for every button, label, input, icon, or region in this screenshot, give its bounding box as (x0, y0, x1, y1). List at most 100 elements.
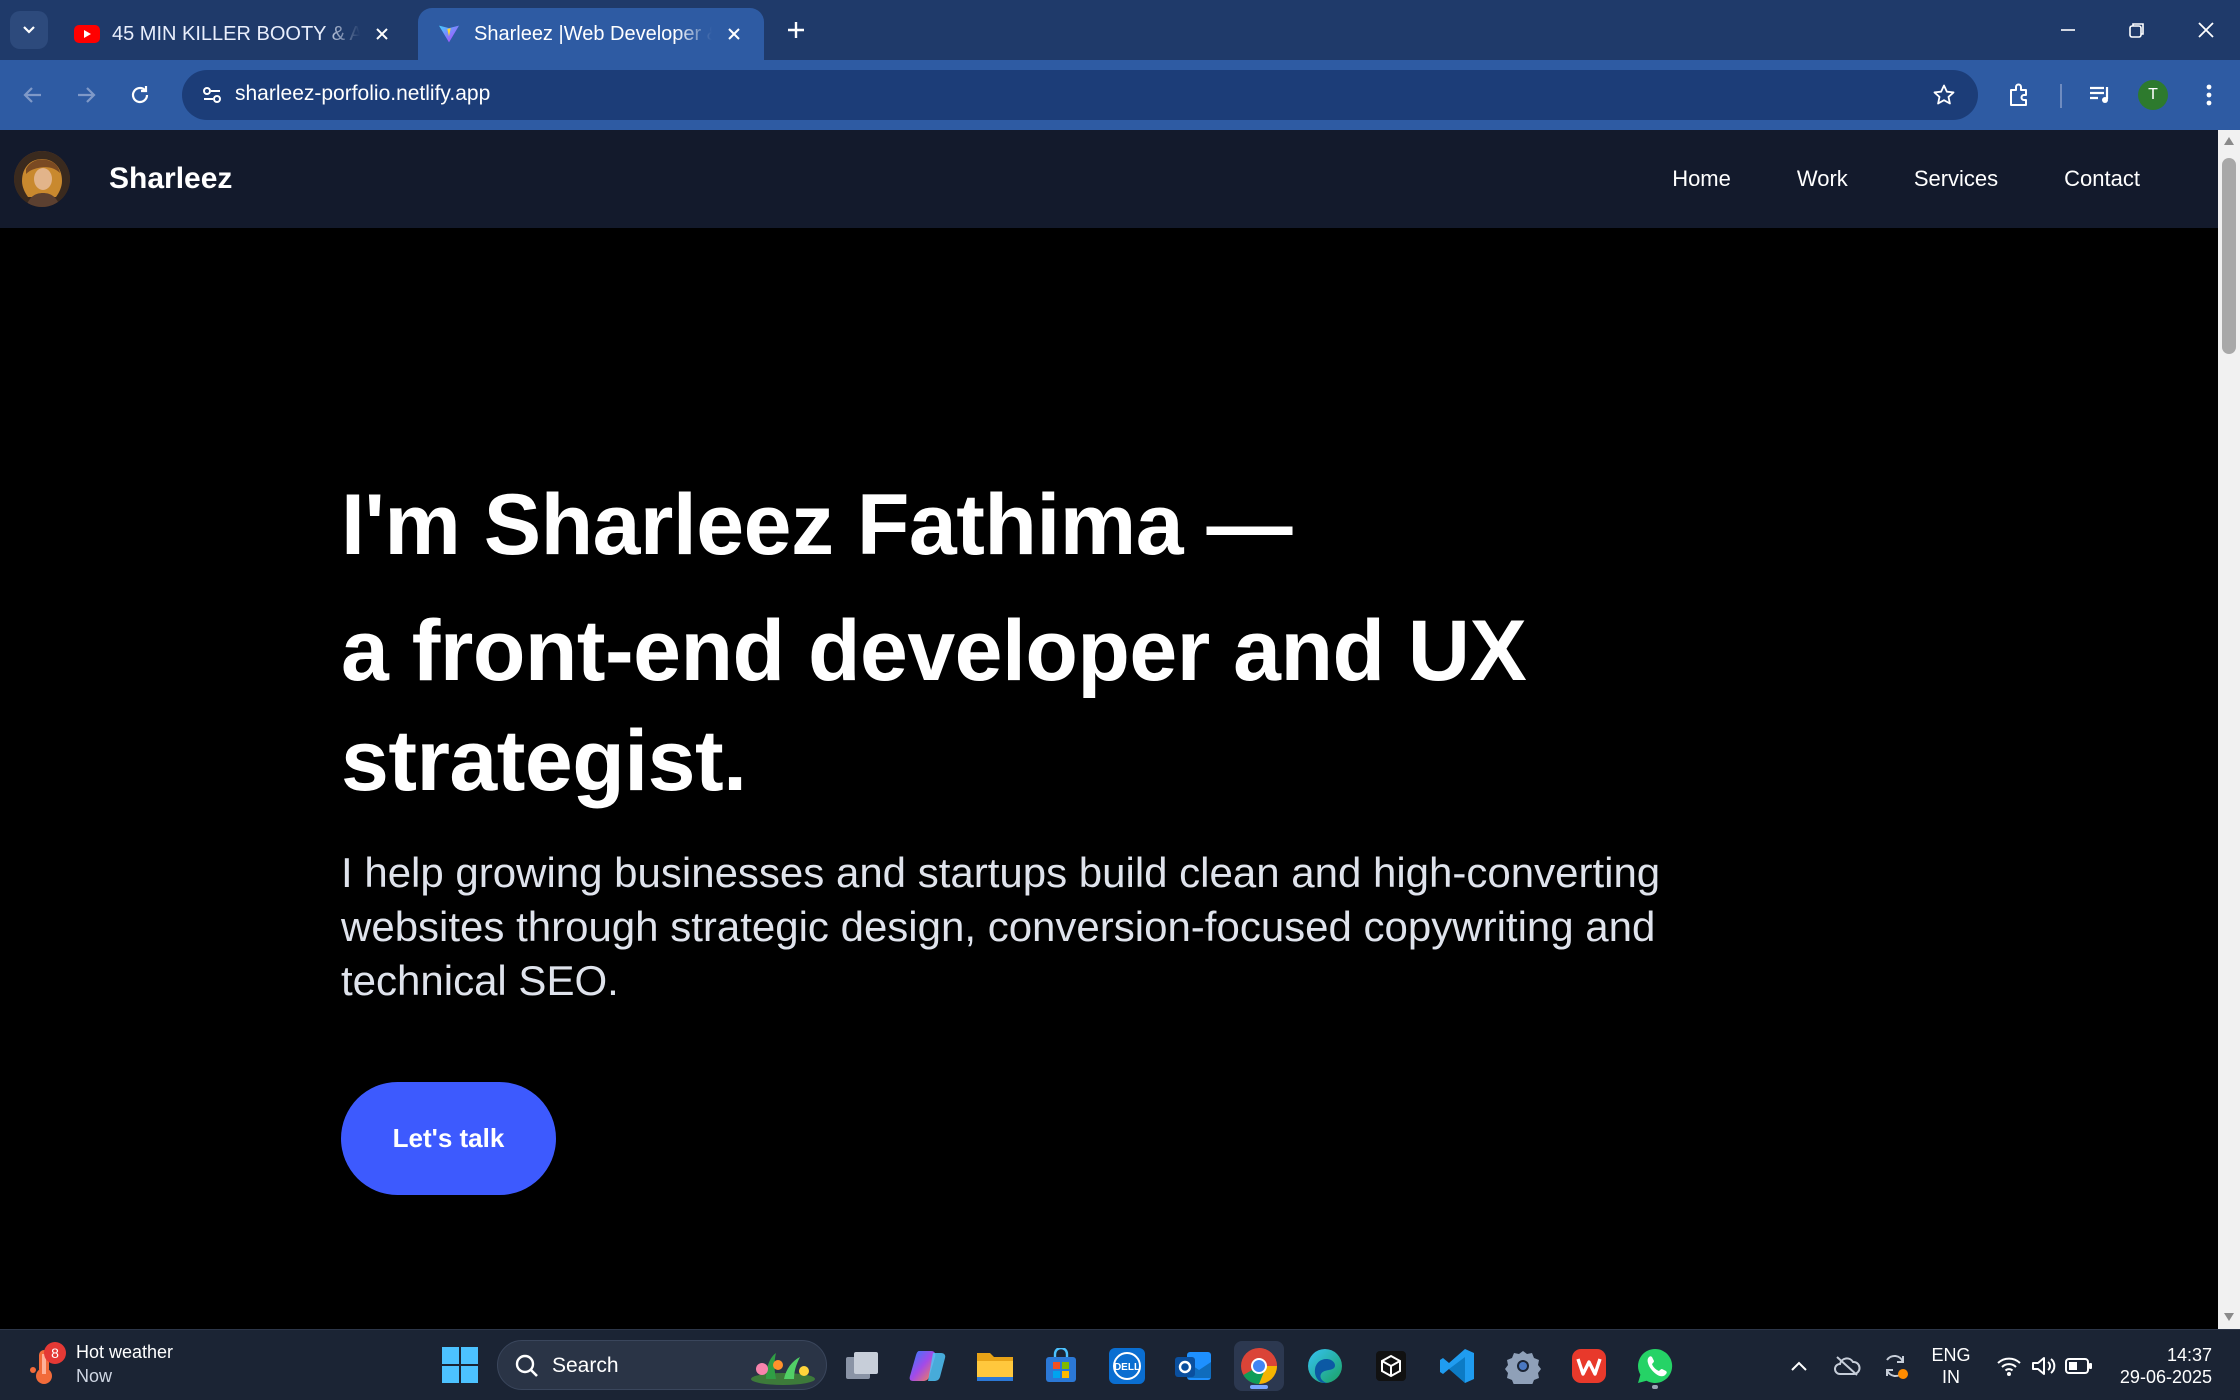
sync-button[interactable] (1880, 1352, 1910, 1380)
onedrive-button[interactable] (1832, 1352, 1862, 1380)
tab-portfolio[interactable]: Sharleez |Web Developer & UX Strategist (418, 8, 764, 60)
vscode-button[interactable] (1432, 1341, 1482, 1391)
minimize-icon (2061, 29, 2075, 31)
microsoft-store-button[interactable] (1036, 1341, 1086, 1391)
hero-lead: I help growing businesses and startups b… (341, 849, 1661, 1004)
site-info-button[interactable] (192, 75, 232, 115)
profile-avatar[interactable]: T (2138, 80, 2168, 110)
file-explorer-button[interactable] (970, 1341, 1020, 1391)
nav-work[interactable]: Work (1797, 166, 1848, 192)
running-indicator (1652, 1385, 1658, 1389)
language-indicator[interactable]: ENG IN (1929, 1344, 1973, 1388)
toolbar-divider (2060, 84, 2062, 108)
avatar[interactable] (14, 151, 70, 207)
app-icon (1376, 1351, 1406, 1381)
chrome-menu-button[interactable] (2189, 75, 2229, 115)
close-icon (2198, 22, 2214, 38)
brand-name[interactable]: Sharleez (109, 162, 232, 196)
minimize-button[interactable] (2048, 10, 2088, 50)
clock[interactable]: 14:37 29-06-2025 (2120, 1344, 2212, 1388)
copilot-button[interactable] (903, 1341, 953, 1391)
extensions-button[interactable] (2000, 75, 2040, 115)
site-nav: Home Work Services Contact (1672, 166, 2140, 192)
microsoft-store-icon (1046, 1348, 1076, 1382)
task-view-icon (846, 1352, 878, 1379)
new-tab-button[interactable] (780, 14, 812, 46)
search-highlight-icon (751, 1353, 815, 1385)
chrome-button[interactable] (1234, 1341, 1284, 1391)
search-label: Search (552, 1354, 619, 1377)
nav-contact[interactable]: Contact (2064, 166, 2140, 192)
task-view-button[interactable] (838, 1341, 888, 1391)
battery-button[interactable] (2064, 1352, 2094, 1380)
media-queue-icon (2090, 86, 2109, 103)
address-bar[interactable]: sharleez-porfolio.netlify.app (182, 70, 1978, 120)
close-icon[interactable] (370, 22, 394, 46)
tab-title: Sharleez |Web Developer & UX Strategist (474, 22, 712, 45)
clock-time: 14:37 (2166, 1345, 2212, 1365)
media-control-button[interactable] (2080, 75, 2120, 115)
app-button[interactable] (1366, 1341, 1416, 1391)
svg-text:DELL: DELL (1114, 1362, 1140, 1373)
star-icon (1933, 84, 1955, 105)
sync-icon (1886, 1355, 1908, 1379)
clock-date: 29-06-2025 (2119, 1367, 2212, 1387)
forward-button[interactable] (66, 75, 106, 115)
url-text[interactable]: sharleez-porfolio.netlify.app (235, 82, 490, 106)
scrollbar-thumb[interactable] (2222, 158, 2236, 354)
weather-label: Hot weather (76, 1342, 174, 1362)
wifi-button[interactable] (1994, 1352, 2024, 1380)
nav-services[interactable]: Services (1914, 166, 1998, 192)
weather-widget[interactable]: 8 Hot weather Now (28, 1340, 173, 1388)
wifi-icon (1997, 1357, 2021, 1376)
close-window-button[interactable] (2186, 10, 2226, 50)
whatsapp-button[interactable] (1630, 1341, 1680, 1391)
battery-icon (2065, 1358, 2092, 1374)
windows-icon (442, 1347, 478, 1383)
bookmark-button[interactable] (1928, 79, 1960, 111)
tab-title: 45 MIN KILLER BOOTY & ABS WORKOUT (112, 22, 360, 45)
back-button[interactable] (13, 75, 53, 115)
arrow-right-icon (78, 87, 96, 103)
show-hidden-icons-button[interactable] (1784, 1352, 1814, 1380)
plus-icon (788, 22, 804, 38)
tab-youtube[interactable]: 45 MIN KILLER BOOTY & ABS WORKOUT (56, 8, 412, 60)
more-vertical-icon (2206, 84, 2212, 106)
nav-home[interactable]: Home (1672, 166, 1731, 192)
vite-icon (439, 25, 459, 43)
page-scrollbar[interactable] (2218, 130, 2240, 1329)
cloud-off-icon (1834, 1356, 1861, 1376)
dell-icon: DELL (1109, 1348, 1145, 1384)
edge-button[interactable] (1300, 1341, 1350, 1391)
wps-office-button[interactable] (1564, 1341, 1614, 1391)
avatar-photo (14, 151, 70, 207)
close-icon[interactable] (722, 22, 746, 46)
settings-button[interactable] (1498, 1341, 1548, 1391)
start-button[interactable] (440, 1345, 480, 1385)
taskbar: 8 Hot weather Now Search DELL ENG IN 14:… (0, 1329, 2240, 1400)
restore-icon (2129, 23, 2144, 38)
browser-tab-bar: 45 MIN KILLER BOOTY & ABS WORKOUT Sharle… (0, 0, 2240, 60)
region-code: IN (1942, 1367, 1960, 1387)
file-explorer-icon (977, 1353, 1013, 1381)
reload-button[interactable] (120, 75, 160, 115)
thermometer-icon: 8 (28, 1342, 66, 1386)
tab-search-button[interactable] (10, 11, 48, 49)
outlook-button[interactable] (1168, 1341, 1218, 1391)
triangle-down-icon (2224, 1313, 2234, 1321)
browser-toolbar: sharleez-porfolio.netlify.app (0, 60, 2240, 130)
scroll-up-arrow[interactable] (2222, 134, 2236, 148)
edge-icon (1308, 1349, 1342, 1384)
dell-button[interactable]: DELL (1102, 1341, 1152, 1391)
volume-button[interactable] (2028, 1352, 2058, 1380)
site-header: Sharleez Home Work Services Contact (0, 130, 2218, 228)
lets-talk-button[interactable]: Let's talk (341, 1082, 556, 1195)
scroll-down-arrow[interactable] (2222, 1310, 2236, 1324)
hero-heading: I'm Sharleez Fathima — a front-end devel… (341, 470, 1841, 816)
taskbar-search[interactable]: Search (497, 1340, 827, 1390)
arrow-left-icon (23, 87, 41, 103)
hero-heading-line2: a front-end developer and UX strategist. (341, 603, 1527, 809)
restore-button[interactable] (2117, 10, 2157, 50)
wps-office-icon (1572, 1349, 1606, 1383)
outlook-icon (1175, 1352, 1211, 1380)
